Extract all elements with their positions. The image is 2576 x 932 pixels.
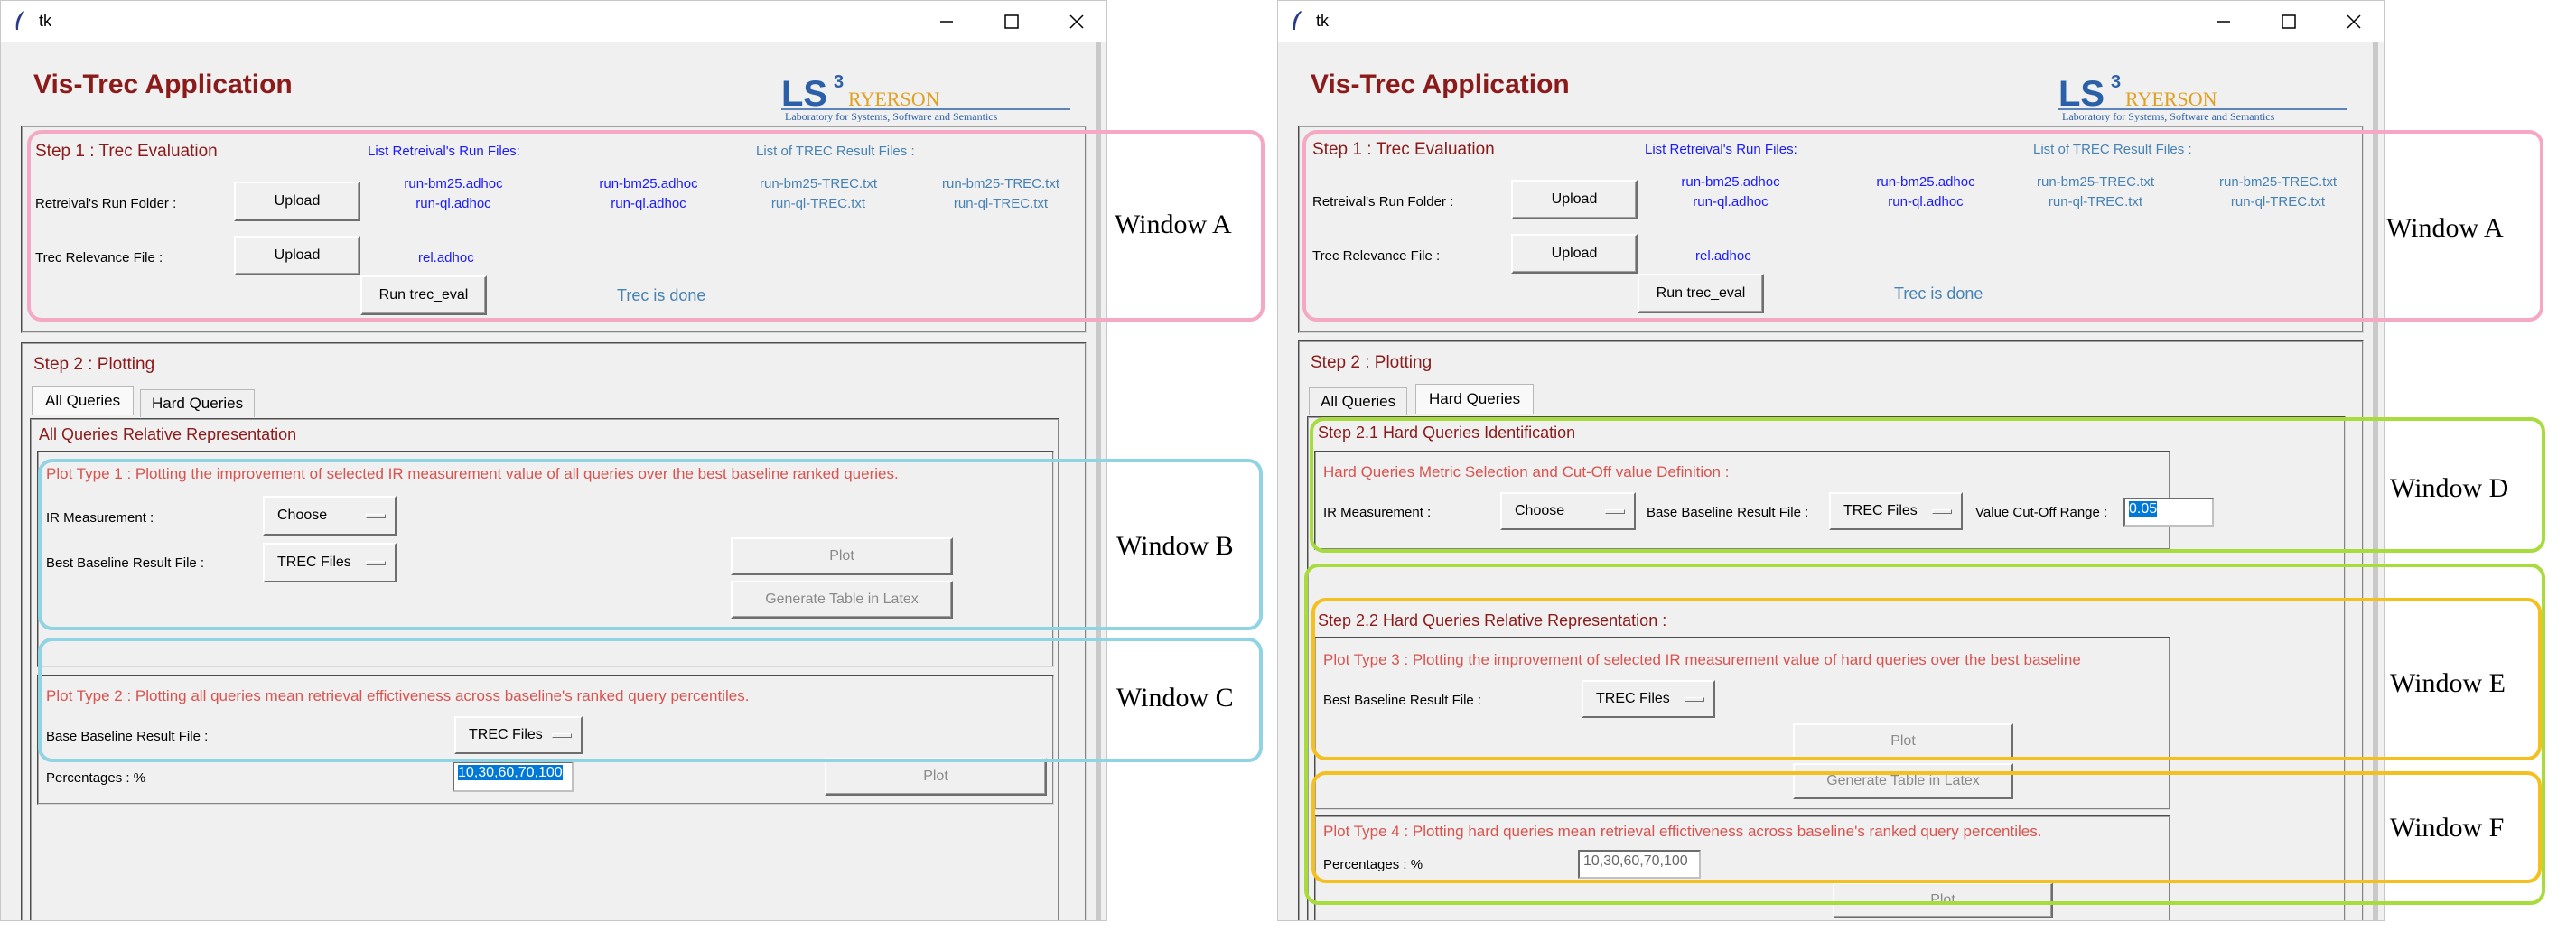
- window-f-highlight: [1311, 771, 2542, 883]
- window-a-label-left: Window A: [1115, 210, 1232, 239]
- svg-text:LS: LS: [781, 74, 827, 114]
- maximize-icon[interactable]: [2275, 8, 2302, 35]
- minimize-icon[interactable]: [2210, 8, 2237, 35]
- plot2-plot-button[interactable]: Plot: [825, 758, 1047, 796]
- window-title: tk: [1316, 12, 1330, 30]
- window-e-highlight: [1311, 598, 2542, 760]
- all-queries-section-title: All Queries Relative Representation: [39, 425, 297, 443]
- window-e-label: Window E: [2390, 668, 2506, 698]
- svg-text:RYERSON: RYERSON: [848, 88, 940, 110]
- window-title: tk: [39, 12, 52, 30]
- minimize-icon[interactable]: [933, 8, 960, 35]
- tk-feather-icon: [1293, 11, 1302, 30]
- window-a-highlight-right: [1302, 130, 2543, 322]
- svg-text:3: 3: [2111, 72, 2121, 92]
- right-titlebar: tk: [1278, 1, 2384, 42]
- svg-text:Laboratory for Systems, Softwa: Laboratory for Systems, Software and Sem…: [785, 110, 998, 122]
- percentages-value: 10,30,60,70,100: [458, 765, 563, 780]
- svg-text:Laboratory for Systems, Softwa: Laboratory for Systems, Software and Sem…: [2062, 110, 2275, 122]
- close-icon[interactable]: [1063, 8, 1090, 35]
- svg-text:3: 3: [834, 72, 844, 92]
- window-c-label: Window C: [1116, 683, 1234, 713]
- tab-hard-queries[interactable]: Hard Queries: [140, 389, 256, 417]
- ls3-ryerson-logo: LS 3 RYERSON Laboratory for Systems, Sof…: [2058, 68, 2366, 123]
- window-c-highlight: [38, 638, 1263, 762]
- window-d-highlight: [1310, 417, 2545, 553]
- window-d-label: Window D: [2390, 473, 2509, 503]
- window-b-highlight: [38, 459, 1263, 630]
- window-a-highlight-left: [27, 130, 1265, 322]
- window-b-label: Window B: [1116, 531, 1234, 561]
- window-a-label-right: Window A: [2386, 213, 2504, 243]
- tab-all-queries[interactable]: All Queries: [1309, 387, 1408, 415]
- svg-text:LS: LS: [2058, 74, 2105, 114]
- tab-hard-queries[interactable]: Hard Queries: [1415, 384, 1535, 414]
- percentages-label: Percentages : %: [46, 770, 146, 786]
- svg-text:RYERSON: RYERSON: [2125, 88, 2217, 110]
- tk-feather-icon: [15, 11, 24, 30]
- app-title: Vis-Trec Application: [33, 70, 293, 99]
- percentages-input[interactable]: 10,30,60,70,100: [453, 761, 574, 792]
- ls3-ryerson-logo: LS 3 RYERSON Laboratory for Systems, Sof…: [781, 68, 1088, 123]
- close-icon[interactable]: [2340, 8, 2367, 35]
- left-titlebar: tk: [1, 1, 1106, 42]
- app-title: Vis-Trec Application: [1311, 70, 1570, 99]
- step2-title: Step 2 : Plotting: [1311, 353, 1433, 372]
- tab-all-queries[interactable]: All Queries: [32, 386, 135, 415]
- window-f-label: Window F: [2390, 813, 2505, 843]
- maximize-icon[interactable]: [998, 8, 1025, 35]
- step2-title: Step 2 : Plotting: [33, 355, 155, 374]
